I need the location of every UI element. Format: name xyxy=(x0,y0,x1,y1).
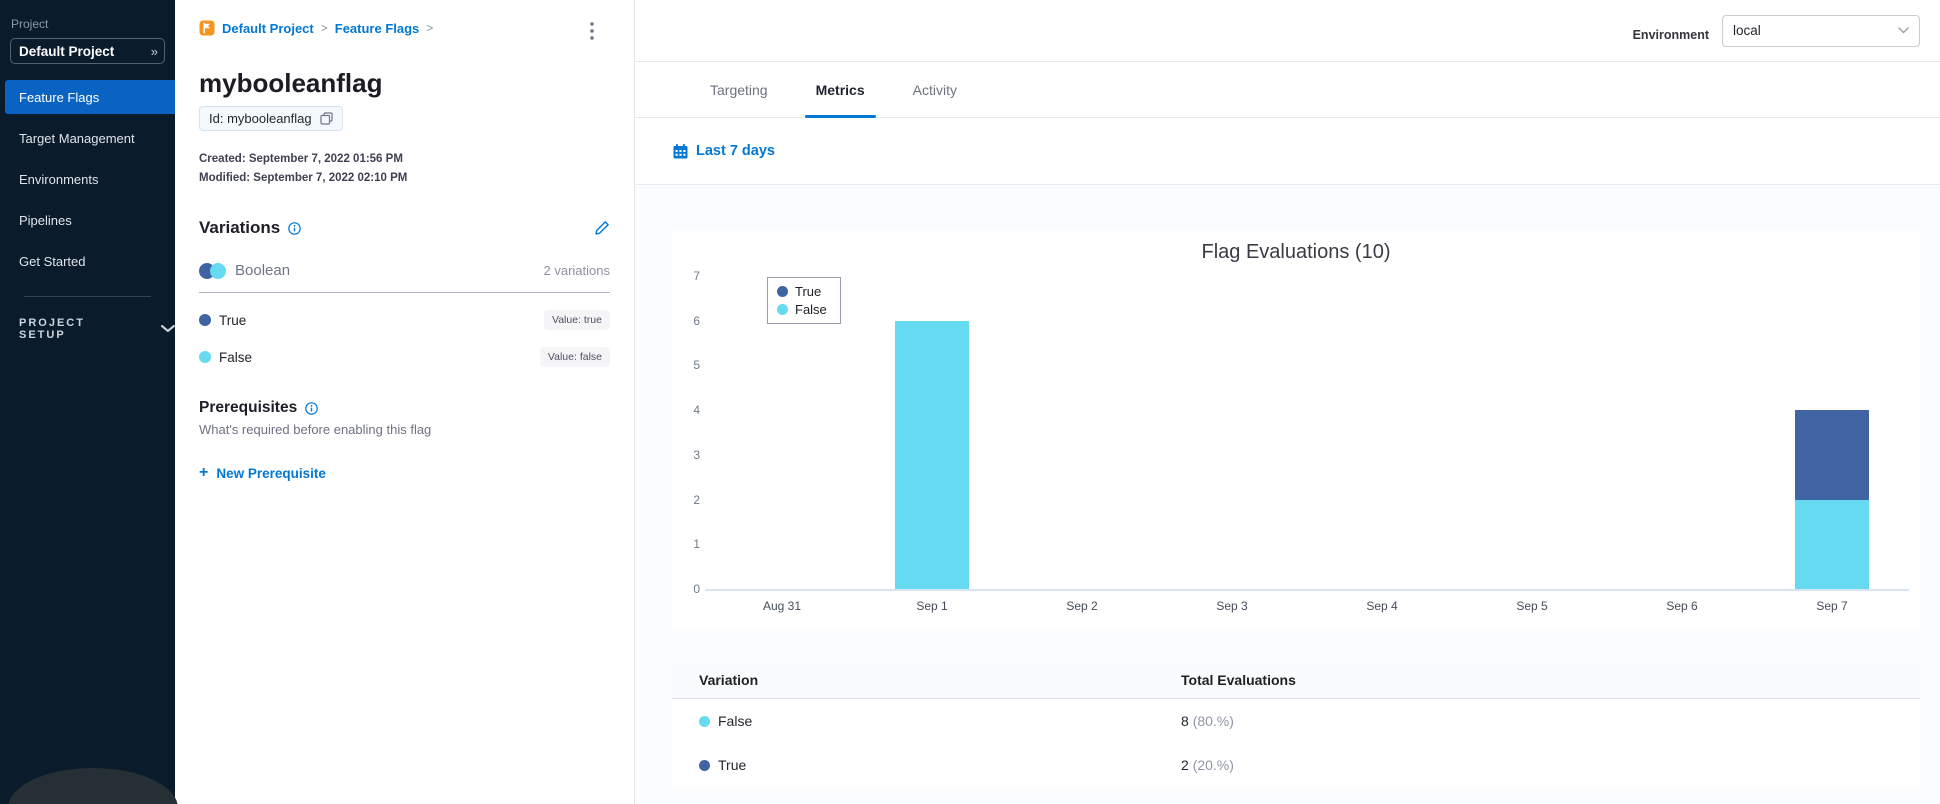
tab-bar: Targeting Metrics Activity xyxy=(635,62,1940,118)
x-axis-tick: Aug 31 xyxy=(762,599,802,613)
flag-evaluations-chart: Flag Evaluations (10) True False 0 1 2 3 4 5 6… xyxy=(672,231,1920,631)
table-header-row: Variation Total Evaluations xyxy=(672,661,1920,699)
x-axis-tick: Sep 4 xyxy=(1366,599,1398,613)
chart-title: Flag Evaluations (10) xyxy=(1201,241,1391,263)
info-icon[interactable] xyxy=(288,221,302,235)
sidebar-item-get-started[interactable]: Get Started xyxy=(5,244,175,278)
variation-value-badge: Value: true xyxy=(543,310,610,330)
flag-id-chip[interactable]: Id: mybooleanflag xyxy=(199,106,343,131)
x-axis-tick: Sep 3 xyxy=(1216,599,1248,613)
sidebar-item-feature-flags[interactable]: Feature Flags xyxy=(5,80,175,114)
flag-logo-icon xyxy=(199,20,215,36)
tab-targeting[interactable]: Targeting xyxy=(699,62,779,117)
project-selector-name: Default Project xyxy=(19,43,115,59)
y-axis-tick: 0 xyxy=(693,582,700,596)
tab-activity[interactable]: Activity xyxy=(902,62,968,117)
environment-label: Environment xyxy=(1632,27,1709,42)
column-header-total-evaluations: Total Evaluations xyxy=(1181,671,1296,688)
legend-item-false: False xyxy=(777,302,827,317)
variation-count: 2 variations xyxy=(543,263,610,278)
sidebar-divider xyxy=(24,296,151,297)
false-variation-dot-icon xyxy=(699,715,710,727)
chevron-down-icon xyxy=(1898,27,1909,34)
variations-heading: Variations xyxy=(199,218,281,237)
chart-legend: True False xyxy=(767,277,841,324)
project-selector[interactable]: Default Project » xyxy=(10,38,165,64)
breadcrumb-link-project[interactable]: Default Project xyxy=(222,21,314,36)
sidebar-item-environments[interactable]: Environments xyxy=(5,162,175,196)
x-axis-tick: Sep 1 xyxy=(916,599,948,613)
breadcrumb-separator: > xyxy=(426,21,434,35)
help-bubble[interactable] xyxy=(8,768,178,804)
environment-selected-value: local xyxy=(1733,23,1761,38)
kebab-menu-icon[interactable] xyxy=(590,20,594,40)
sidebar-nav: Feature Flags Target Management Environm… xyxy=(0,80,175,278)
breadcrumb: Default Project > Feature Flags > xyxy=(199,20,433,36)
date-range-button[interactable]: Last 7 days xyxy=(696,143,775,159)
y-axis-tick: 1 xyxy=(693,537,700,552)
true-legend-dot-icon xyxy=(777,286,788,297)
sidebar: Project Default Project » Feature Flags … xyxy=(0,0,178,804)
edit-variations-button[interactable] xyxy=(594,220,610,236)
tab-metrics[interactable]: Metrics xyxy=(804,62,876,118)
false-legend-dot-icon xyxy=(777,304,788,315)
bar-segment-false-sep-1 xyxy=(895,320,969,589)
prerequisites-subtitle: What's required before enabling this fla… xyxy=(199,422,432,437)
flag-title: mybooleanflag xyxy=(199,68,383,98)
variation-type-row: Boolean 2 variations xyxy=(199,262,610,293)
y-axis-tick: 2 xyxy=(693,492,700,507)
sidebar-item-pipelines[interactable]: Pipelines xyxy=(5,203,175,237)
breadcrumb-link-feature-flags[interactable]: Feature Flags xyxy=(335,21,420,36)
x-axis-tick: Sep 6 xyxy=(1666,599,1698,613)
y-axis-tick: 7 xyxy=(693,269,700,283)
project-setup-toggle[interactable]: PROJECT SETUP xyxy=(19,317,175,341)
new-prerequisite-button[interactable]: + New Prerequisite xyxy=(199,465,326,481)
copy-icon[interactable] xyxy=(320,112,333,125)
table-row: True 2 (20.%) xyxy=(672,743,1920,787)
x-axis-line xyxy=(705,589,1909,591)
x-axis-tick: Sep 2 xyxy=(1066,599,1098,613)
environment-select[interactable]: local xyxy=(1722,14,1920,47)
column-header-variation: Variation xyxy=(699,671,759,688)
breadcrumb-separator: > xyxy=(320,21,328,35)
bar-segment-true-sep-7 xyxy=(1795,410,1869,500)
flag-created-timestamp: Created: September 7, 2022 01:56 PM xyxy=(199,153,403,165)
chevrons-right-icon: » xyxy=(150,43,158,59)
y-axis-tick: 3 xyxy=(693,447,700,462)
true-variation-dot-icon xyxy=(699,759,710,771)
true-variation-dot-icon xyxy=(199,314,211,326)
metrics-content: Flag Evaluations (10) True False 0 1 2 3 4 5 6… xyxy=(635,185,1940,804)
plus-icon: + xyxy=(199,464,209,481)
sidebar-item-target-management[interactable]: Target Management xyxy=(5,121,175,155)
date-range-bar: Last 7 days xyxy=(635,118,1940,185)
flag-modified-timestamp: Modified: September 7, 2022 02:10 PM xyxy=(199,172,408,184)
x-axis-tick: Sep 7 xyxy=(1816,599,1848,613)
variation-row-false: False Value: false xyxy=(199,347,610,367)
calendar-icon xyxy=(673,143,688,158)
evaluations-table: Variation Total Evaluations False 8 (80.… xyxy=(672,661,1920,787)
app-window: Project Default Project » Feature Flags … xyxy=(0,0,1940,804)
y-axis-tick: 5 xyxy=(693,358,700,373)
y-axis-tick: 6 xyxy=(693,313,700,328)
flag-detail-panel: Default Project > Feature Flags > mybool… xyxy=(175,0,635,804)
project-label: Project xyxy=(11,17,49,31)
false-variation-dot-icon xyxy=(199,351,211,363)
info-icon[interactable] xyxy=(305,401,319,415)
boolean-toggle-icon xyxy=(199,262,226,279)
environment-band: Environment local xyxy=(635,0,1940,62)
flag-id-text: Id: mybooleanflag xyxy=(209,111,312,126)
legend-item-true: True xyxy=(777,284,827,299)
y-axis-tick: 4 xyxy=(693,403,700,418)
table-row: False 8 (80.%) xyxy=(672,699,1920,743)
x-axis-tick: Sep 5 xyxy=(1516,599,1548,613)
variation-row-true: True Value: true xyxy=(199,310,610,330)
prerequisites-heading: Prerequisites xyxy=(199,399,298,416)
chevron-down-icon xyxy=(161,325,175,333)
main-panel: Environment local Targeting Metrics Acti… xyxy=(635,0,1940,804)
bar-segment-false-sep-7 xyxy=(1795,499,1869,589)
variation-value-badge: Value: false xyxy=(539,347,610,367)
variation-type-label: Boolean xyxy=(235,262,291,279)
